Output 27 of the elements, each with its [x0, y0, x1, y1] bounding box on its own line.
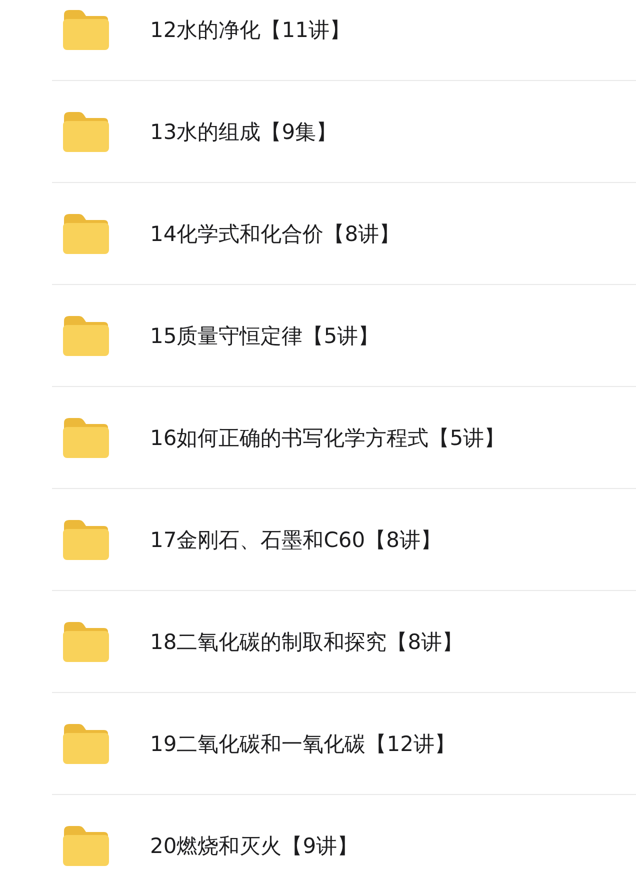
folder-name: 18二氧化碳的制取和探究【8讲】 [150, 628, 464, 656]
folder-icon [62, 620, 110, 662]
folder-row[interactable]: 19二氧化碳和一氧化碳【12讲】 [52, 693, 636, 795]
folder-icon [62, 722, 110, 764]
folder-name: 15质量守恒定律【5讲】 [150, 322, 380, 350]
folder-icon [62, 314, 110, 356]
folder-row[interactable]: 18二氧化碳的制取和探究【8讲】 [52, 591, 636, 693]
folder-icon [62, 110, 110, 152]
folder-name: 12水的净化【11讲】 [150, 16, 350, 44]
folder-row[interactable]: 15质量守恒定律【5讲】 [52, 285, 636, 387]
folder-name: 17金刚石、石墨和C60【8讲】 [150, 526, 442, 554]
folder-row[interactable]: 16如何正确的书写化学方程式【5讲】 [52, 387, 636, 489]
folder-name: 16如何正确的书写化学方程式【5讲】 [150, 424, 506, 452]
folder-name: 20燃烧和灭火【9讲】 [150, 832, 358, 860]
folder-icon [62, 416, 110, 458]
folder-row[interactable]: 17金刚石、石墨和C60【8讲】 [52, 489, 636, 591]
folder-icon [62, 8, 110, 50]
folder-icon [62, 518, 110, 560]
folder-icon [62, 212, 110, 254]
folder-row[interactable]: 14化学式和化合价【8讲】 [52, 183, 636, 285]
folder-name: 19二氧化碳和一氧化碳【12讲】 [150, 730, 456, 758]
folder-row[interactable]: 20燃烧和灭火【9讲】 [52, 795, 636, 894]
folder-name: 13水的组成【9集】 [150, 118, 338, 146]
folder-name: 14化学式和化合价【8讲】 [150, 220, 400, 248]
folder-row[interactable]: 13水的组成【9集】 [52, 81, 636, 183]
folder-row[interactable]: 12水的净化【11讲】 [52, 0, 636, 81]
folder-icon [62, 824, 110, 866]
